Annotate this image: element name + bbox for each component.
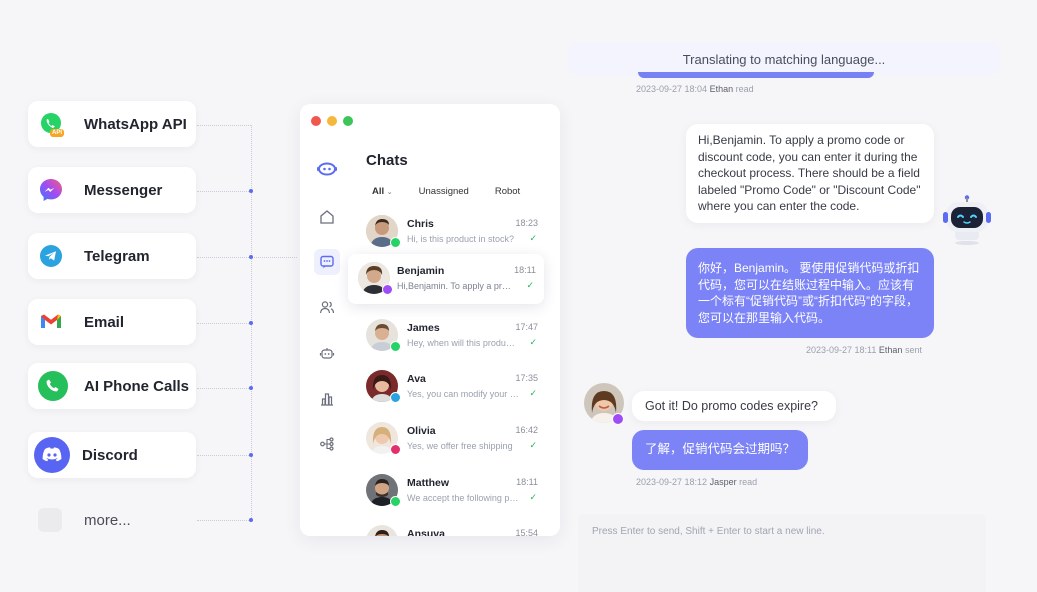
channel-label: Messenger: [84, 181, 163, 199]
discord-icon: [34, 437, 70, 473]
minimize-dot[interactable]: [327, 116, 337, 126]
message-input[interactable]: Press Enter to send, Shift + Enter to st…: [578, 514, 986, 592]
chat-name: Chris: [407, 218, 434, 230]
channel-label: Telegram: [84, 247, 150, 265]
chat-name: Matthew: [407, 477, 449, 489]
chat-time: 15:54: [515, 528, 538, 536]
chat-preview: Yes, you can modify your order: [407, 389, 519, 399]
channel-more[interactable]: more...: [28, 497, 196, 543]
translated-message-bubble: 你好，Benjamin。 要使用促销代码或折扣代码，您可以在结账过程中输入。应该…: [686, 248, 934, 338]
chevron-down-icon: ⌄: [386, 189, 393, 196]
channel-messenger[interactable]: Messenger: [28, 167, 196, 213]
chat-name: James: [407, 322, 440, 334]
chat-name: Ava: [407, 373, 426, 385]
customer-message-bubble: Got it! Do promo codes expire?: [632, 391, 836, 421]
chat-list-item[interactable]: Olivia 16:42 Yes, we offer free shipping…: [354, 414, 560, 464]
chat-name: Benjamin: [397, 265, 445, 277]
channel-label: WhatsApp API: [84, 115, 187, 133]
chat-name: Olivia: [407, 425, 436, 437]
chat-time: 17:47: [515, 322, 538, 332]
chat-time: 18:11: [516, 477, 538, 487]
channel-whatsapp[interactable]: API WhatsApp API: [28, 101, 196, 147]
chat-list-item-selected[interactable]: Benjamin 18:11 Hi,Benjamin. To apply a p…: [348, 254, 544, 304]
check-icon: ✓: [529, 492, 537, 502]
chat-time: 17:35: [515, 373, 538, 383]
chat-time: 18:23: [515, 218, 538, 228]
customer-message-text: Got it! Do promo codes expire?: [645, 399, 818, 413]
channel-label: AI Phone Calls: [84, 377, 190, 395]
phone-icon: [38, 371, 68, 401]
whatsapp-icon: [390, 341, 401, 352]
analytics-icon[interactable]: [314, 386, 340, 412]
chats-title: Chats: [366, 152, 408, 169]
message-meta: 2023-09-27 18:12 Jasper read: [636, 477, 758, 487]
translating-banner: Translating to matching language...: [568, 42, 1000, 78]
check-icon: ✓: [529, 440, 537, 450]
chat-filters: All ⌄ Unassigned Robot: [366, 183, 526, 200]
instagram-icon: [390, 444, 401, 455]
check-icon: ✓: [526, 280, 534, 290]
chat-list-item[interactable]: Ava 17:35 Yes, you can modify your order…: [354, 362, 560, 412]
bot-icon[interactable]: [314, 340, 340, 366]
chat-list-item[interactable]: Ansuva 15:54: [354, 517, 560, 536]
chat-preview: We accept the following payments: [407, 493, 519, 503]
channel-label: Discord: [82, 446, 138, 464]
nav-rail: [300, 140, 354, 536]
maximize-dot[interactable]: [343, 116, 353, 126]
chat-name: Ansuva: [407, 528, 445, 536]
home-icon[interactable]: [314, 204, 340, 230]
message-input-placeholder: Press Enter to send, Shift + Enter to st…: [592, 526, 825, 537]
filter-unassigned[interactable]: Unassigned: [413, 183, 475, 200]
message-meta: 2023-09-27 18:04 Ethan read: [636, 84, 754, 94]
message-meta: 2023-09-27 18:11 Ethan sent: [806, 345, 922, 355]
chat-list-item[interactable]: James 17:47 Hey, when will this product …: [354, 311, 560, 361]
chat-preview: Yes, we offer free shipping: [407, 441, 513, 451]
logo-icon[interactable]: [314, 156, 340, 182]
whatsapp-icon: [390, 237, 401, 248]
api-badge: API: [50, 129, 65, 137]
chat-preview: Hi, is this product in stock?: [407, 234, 515, 244]
window-controls: [311, 116, 353, 126]
telegram-icon: [390, 392, 401, 403]
chat-time: 16:42: [515, 425, 538, 435]
flow-icon[interactable]: [314, 431, 340, 457]
messenger-icon: [382, 284, 393, 295]
messenger-icon: [38, 177, 64, 203]
contacts-icon[interactable]: [314, 294, 340, 320]
robot-avatar-icon: [941, 194, 993, 246]
chat-list-item[interactable]: Chris 18:23 Hi, is this product in stock…: [354, 207, 560, 257]
chat-time: 18:11: [514, 265, 536, 275]
channel-phone[interactable]: AI Phone Calls: [28, 363, 196, 409]
channel-label: more...: [84, 511, 131, 529]
whatsapp-icon: [390, 496, 401, 507]
close-dot[interactable]: [311, 116, 321, 126]
filter-all[interactable]: All ⌄: [366, 183, 399, 200]
chat-icon[interactable]: [314, 249, 340, 275]
chat-list-item[interactable]: Matthew 18:11 We accept the following pa…: [354, 466, 560, 516]
check-icon: ✓: [529, 233, 537, 243]
channel-label: Email: [84, 313, 125, 331]
translating-text: Translating to matching language...: [682, 51, 886, 67]
channel-email[interactable]: Email: [28, 299, 196, 345]
filter-robot[interactable]: Robot: [489, 183, 526, 200]
channel-discord[interactable]: Discord: [28, 432, 196, 478]
avatar: [366, 525, 398, 536]
chat-preview: Hey, when will this product ship?: [407, 338, 519, 348]
gmail-icon: [38, 309, 64, 335]
translated-message-text: 你好，Benjamin。 要使用促销代码或折扣代码，您可以在结账过程中输入。应该…: [698, 261, 920, 325]
more-icon: [38, 508, 62, 532]
bot-message-bubble: Hi,Benjamin. To apply a promo code or di…: [686, 124, 934, 223]
chat-preview: Hi,Benjamin. To apply a promo code: [397, 281, 513, 291]
customer-translated-text: 了解，促销代码会过期吗？: [645, 442, 796, 456]
whatsapp-icon: API: [38, 111, 65, 137]
messenger-icon: [612, 413, 624, 425]
bot-message-text: Hi,Benjamin. To apply a promo code or di…: [698, 133, 921, 213]
check-icon: ✓: [529, 337, 537, 347]
customer-translated-bubble: 了解，促销代码会过期吗？: [632, 430, 808, 470]
channel-telegram[interactable]: Telegram: [28, 233, 196, 279]
telegram-icon: [38, 243, 64, 269]
check-icon: ✓: [529, 388, 537, 398]
